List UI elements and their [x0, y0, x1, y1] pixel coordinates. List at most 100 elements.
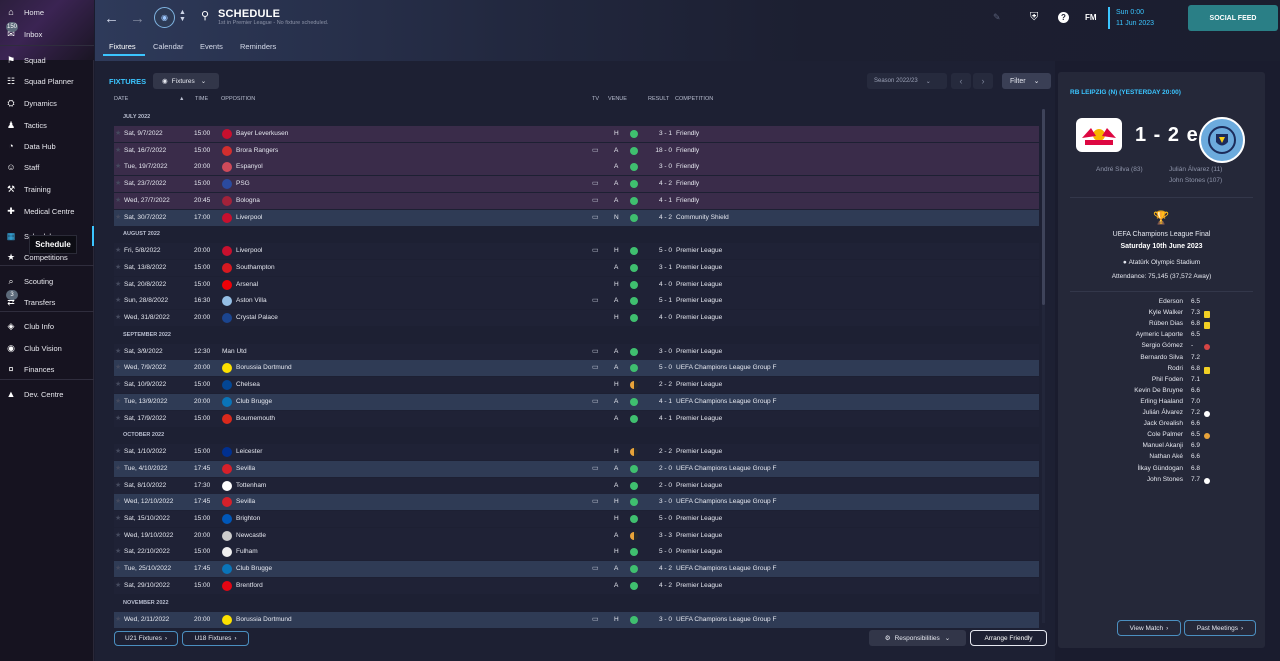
- fixture-result[interactable]: 4 - 2: [648, 210, 672, 226]
- fixture-result[interactable]: 2 - 2: [648, 444, 672, 460]
- fixture-competition[interactable]: UEFA Champions League Group F: [676, 360, 776, 376]
- opponent-crest-icon[interactable]: [222, 246, 232, 257]
- fixture-result[interactable]: 4 - 0: [648, 310, 672, 326]
- player-name[interactable]: Ederson: [1159, 298, 1183, 305]
- scrollbar-thumb[interactable]: [1042, 109, 1045, 305]
- player-name[interactable]: Phil Foden: [1152, 376, 1183, 383]
- favourite-star-icon[interactable]: ★: [115, 612, 121, 628]
- fixture-opposition[interactable]: Liverpool: [236, 243, 262, 259]
- favourite-star-icon[interactable]: ★: [115, 344, 121, 360]
- fixture-opposition[interactable]: Bournemouth: [236, 411, 275, 427]
- sidebar-item-finances[interactable]: ¤ Finances: [0, 359, 94, 379]
- fixture-opposition[interactable]: Liverpool: [236, 210, 262, 226]
- fixture-opposition[interactable]: Southampton: [236, 260, 275, 276]
- fixture-result[interactable]: 5 - 0: [648, 360, 672, 376]
- player-rating-row[interactable]: Nathan Aké 6.6: [1058, 453, 1265, 464]
- forward-arrow-icon[interactable]: →: [130, 10, 145, 27]
- favourite-star-icon[interactable]: ★: [115, 528, 121, 544]
- fixture-competition[interactable]: Friendly: [676, 126, 699, 142]
- back-arrow-icon[interactable]: ←: [104, 10, 119, 27]
- search-icon[interactable]: ⚲: [201, 9, 209, 22]
- fixture-competition[interactable]: Friendly: [676, 176, 699, 192]
- fixture-row[interactable]: ★ Wed, 31/8/2022 20:00 Crystal Palace H 4 - 0…: [114, 310, 1039, 326]
- fixture-opposition[interactable]: Chelsea: [236, 377, 260, 393]
- sidebar-item-staff[interactable]: ☺ Staff: [0, 157, 94, 177]
- fixture-opposition[interactable]: PSG: [236, 176, 250, 192]
- fixture-result[interactable]: 4 - 0: [648, 277, 672, 293]
- fixture-row[interactable]: ★ Sat, 1/10/2022 15:00 Leicester H 2 - 2 Premi…: [114, 444, 1039, 461]
- favourite-star-icon[interactable]: ★: [115, 126, 121, 142]
- fixture-opposition[interactable]: Brentford: [236, 578, 263, 594]
- fixture-result[interactable]: 4 - 2: [648, 561, 672, 577]
- fixture-row[interactable]: ★ Sat, 22/10/2022 15:00 Fulham H 5 - 0 Premier…: [114, 544, 1039, 561]
- next-season-button[interactable]: ›: [973, 73, 993, 89]
- favourite-star-icon[interactable]: ★: [115, 461, 121, 477]
- fixture-result[interactable]: 3 - 3: [648, 528, 672, 544]
- fixture-row[interactable]: ★ Sat, 29/10/2022 15:00 Brentford A 4 - 2 Prem…: [114, 577, 1039, 594]
- favourite-star-icon[interactable]: ★: [115, 377, 121, 393]
- game-date[interactable]: Sun 0:00 11 Jun 2023: [1108, 7, 1154, 29]
- fixture-result[interactable]: 3 - 0: [648, 612, 672, 628]
- player-name[interactable]: Manuel Akanji: [1143, 442, 1183, 449]
- favourite-star-icon[interactable]: ★: [115, 360, 121, 376]
- fixture-competition[interactable]: Premier League: [676, 310, 722, 326]
- fixture-result[interactable]: 2 - 0: [648, 478, 672, 494]
- sidebar-item-tactics[interactable]: ♟ Tactics: [0, 115, 94, 135]
- col-venue[interactable]: VENUE: [608, 96, 627, 102]
- match-competition[interactable]: UEFA Champions League Final: [1058, 231, 1265, 238]
- fixture-row[interactable]: ★ Sat, 30/7/2022 17:00 Liverpool ▭ N 4 - 2 Comm…: [114, 209, 1039, 226]
- fixture-competition[interactable]: Premier League: [676, 243, 722, 259]
- shield-icon[interactable]: ⛨: [1030, 11, 1038, 24]
- fixture-row[interactable]: ★ Sat, 17/9/2022 15:00 Bournemouth A 4 - 1 Pre…: [114, 410, 1039, 427]
- fixture-row[interactable]: ★ Fri, 5/8/2022 20:00 Liverpool ▭ H 5 - 0 Premi…: [114, 243, 1039, 260]
- player-rating-row[interactable]: Sergio Gómez -: [1058, 342, 1265, 353]
- player-name[interactable]: Aymeric Laporte: [1136, 331, 1183, 338]
- fixture-competition[interactable]: Community Shield: [676, 210, 729, 226]
- opponent-crest-icon[interactable]: [222, 614, 232, 625]
- fixture-opposition[interactable]: Sevilla: [236, 494, 255, 510]
- match-summary-header[interactable]: RB LEIPZIG (N) (YESTERDAY 20:00): [1070, 89, 1181, 96]
- favourite-star-icon[interactable]: ★: [115, 444, 121, 460]
- player-rating-row[interactable]: Ederson 6.5: [1058, 298, 1265, 309]
- fixture-result[interactable]: 4 - 2: [648, 176, 672, 192]
- player-name[interactable]: Rodri: [1167, 365, 1183, 372]
- fixture-competition[interactable]: Premier League: [676, 277, 722, 293]
- favourite-star-icon[interactable]: ★: [115, 511, 121, 527]
- player-rating-row[interactable]: Jack Grealish 6.6: [1058, 420, 1265, 431]
- opponent-crest-icon[interactable]: [222, 363, 232, 374]
- opponent-crest-icon[interactable]: [222, 413, 232, 424]
- fixture-result[interactable]: 2 - 2: [648, 377, 672, 393]
- opponent-crest-icon[interactable]: [222, 162, 232, 173]
- col-competition[interactable]: COMPETITION: [675, 96, 713, 102]
- help-icon[interactable]: ?: [1058, 12, 1069, 23]
- player-rating-row[interactable]: Phil Foden 7.1: [1058, 376, 1265, 387]
- favourite-star-icon[interactable]: ★: [115, 193, 121, 209]
- rb-leipzig-crest-icon[interactable]: [1076, 118, 1122, 152]
- fixture-competition[interactable]: Friendly: [676, 193, 699, 209]
- favourite-star-icon[interactable]: ★: [115, 243, 121, 259]
- player-rating-row[interactable]: John Stones 7.7: [1058, 476, 1265, 487]
- player-rating-row[interactable]: Cole Palmer 6.5: [1058, 431, 1265, 442]
- fixture-result[interactable]: 18 - 0: [648, 143, 672, 159]
- opponent-crest-icon[interactable]: [222, 179, 232, 190]
- opponent-crest-icon[interactable]: [222, 530, 232, 541]
- fixture-row[interactable]: ★ Tue, 4/10/2022 17:45 Sevilla ▭ A 2 - 0 UEFA C…: [114, 460, 1039, 477]
- fixture-result[interactable]: 3 - 0: [648, 344, 672, 360]
- fixture-result[interactable]: 5 - 0: [648, 243, 672, 259]
- player-name[interactable]: Nathan Aké: [1149, 453, 1183, 460]
- fixture-opposition[interactable]: Bayer Leverkusen: [236, 126, 288, 142]
- fixture-competition[interactable]: Premier League: [676, 444, 722, 460]
- fixture-row[interactable]: ★ Wed, 2/11/2022 20:00 Borussia Dortmund ▭ H 3…: [114, 611, 1039, 628]
- fixture-result[interactable]: 5 - 0: [648, 544, 672, 560]
- prev-season-button[interactable]: ‹: [951, 73, 971, 89]
- opponent-crest-icon[interactable]: [222, 497, 232, 508]
- fixture-competition[interactable]: UEFA Champions League Group F: [676, 612, 776, 628]
- fixture-row[interactable]: ★ Sat, 13/8/2022 15:00 Southampton A 3 - 1 Pre…: [114, 259, 1039, 276]
- fixture-result[interactable]: 4 - 1: [648, 394, 672, 410]
- sort-arrow-icon[interactable]: ▲: [179, 96, 184, 102]
- man-city-crest-icon[interactable]: [1199, 117, 1245, 163]
- fixture-competition[interactable]: UEFA Champions League Group F: [676, 461, 776, 477]
- fixture-opposition[interactable]: Arsenal: [236, 277, 258, 293]
- sidebar-item-medical-centre[interactable]: ✚ Medical Centre: [0, 201, 94, 221]
- sidebar-item-home[interactable]: ⌂ Home: [0, 2, 94, 22]
